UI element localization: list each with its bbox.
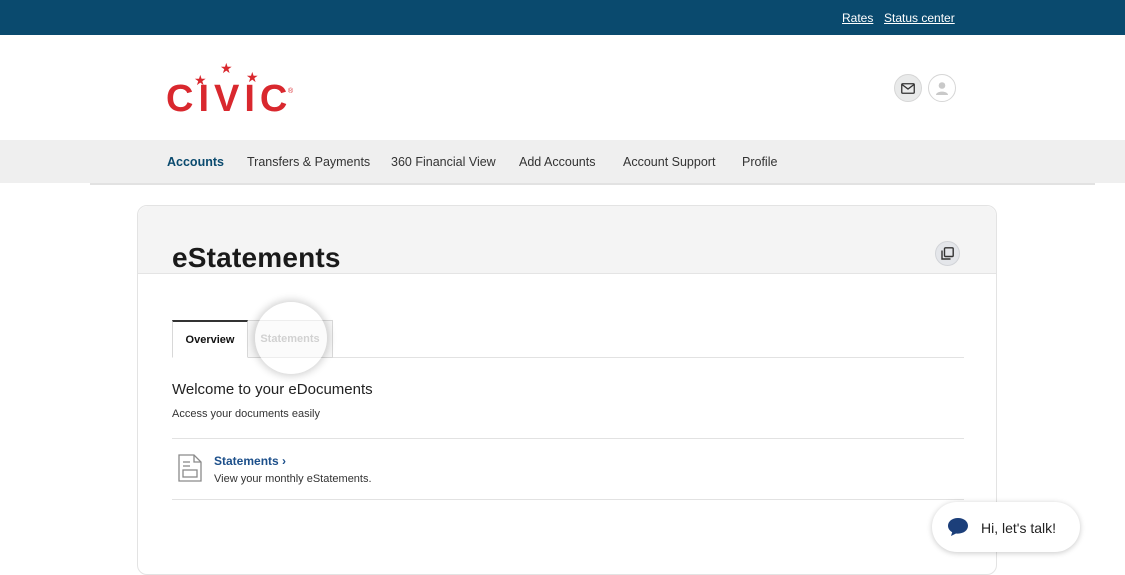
status-center-link[interactable]: Status center: [884, 11, 955, 25]
statements-link[interactable]: Statements ›: [214, 454, 286, 468]
registered-mark: ®: [288, 88, 294, 95]
document-icon: [178, 454, 202, 482]
nav-divider: [90, 183, 1095, 185]
copy-button[interactable]: [935, 241, 960, 266]
statements-link-label: Statements: [214, 454, 279, 468]
chat-label: Hi, let's talk!: [981, 520, 1057, 536]
rates-link[interactable]: Rates: [842, 11, 873, 25]
page-title: eStatements: [172, 242, 341, 273]
nav-account-support[interactable]: Account Support: [623, 155, 715, 169]
nav-profile[interactable]: Profile: [742, 155, 777, 169]
section-divider: [172, 499, 964, 500]
card-header: eStatements: [138, 206, 996, 274]
nav-accounts[interactable]: Accounts: [167, 155, 224, 169]
welcome-heading: Welcome to your eDocuments: [172, 381, 373, 398]
chat-widget-button[interactable]: Hi, let's talk!: [932, 502, 1080, 552]
nav-transfers-payments[interactable]: Transfers & Payments: [247, 155, 370, 169]
user-icon: [936, 82, 948, 95]
civic-logo[interactable]: ★ ★ ★ CIVIC ®: [164, 60, 304, 120]
top-utility-bar: Rates Status center: [0, 0, 1125, 35]
tab-statements[interactable]: Statements: [248, 320, 333, 358]
mail-icon: [901, 82, 915, 94]
copy-icon: [941, 247, 954, 260]
mail-button[interactable]: [894, 74, 922, 102]
chat-bubble-icon: [948, 518, 968, 536]
star-icon: ★: [220, 60, 233, 76]
section-divider: [172, 438, 964, 439]
statements-description: View your monthly eStatements.: [214, 473, 372, 485]
main-navigation: Accounts Transfers & Payments 360 Financ…: [0, 140, 1125, 183]
welcome-subheading: Access your documents easily: [172, 408, 320, 420]
estatements-card: eStatements Overview Statements Welcome …: [137, 205, 997, 575]
nav-360-financial-view[interactable]: 360 Financial View: [391, 155, 496, 169]
tab-bar: Overview Statements: [172, 320, 964, 358]
logo-wordmark: CIVIC: [166, 78, 293, 120]
nav-add-accounts[interactable]: Add Accounts: [519, 155, 595, 169]
chevron-right-icon: ›: [282, 454, 287, 468]
tab-overview[interactable]: Overview: [172, 320, 248, 358]
profile-button[interactable]: [928, 74, 956, 102]
